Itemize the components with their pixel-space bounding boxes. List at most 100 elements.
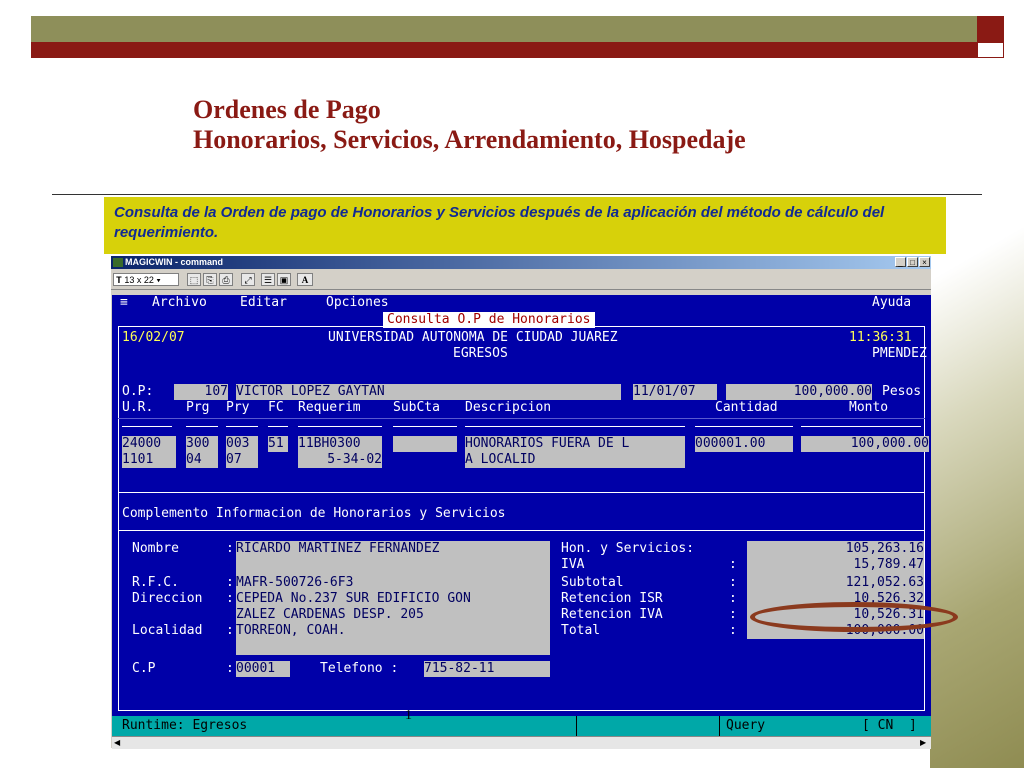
row-fc-field[interactable]: 51 <box>268 436 288 452</box>
app-icon <box>113 258 123 267</box>
slide-title: Ordenes de Pago Honorarios, Servicios, A… <box>193 95 746 155</box>
iva-value[interactable]: 15,789.47 <box>747 557 924 573</box>
colon: : <box>729 575 737 590</box>
row-prg-field-2[interactable]: 04 <box>186 452 218 468</box>
col-monto: Monto <box>849 400 889 415</box>
mark-icon[interactable]: ⬚ <box>187 273 201 286</box>
current-date: 16/02/07 <box>122 330 185 345</box>
paste-icon[interactable]: ⎙ <box>219 273 233 286</box>
scroll-left-icon[interactable]: ◀ <box>114 737 120 748</box>
background-icon[interactable]: ▣ <box>277 273 291 286</box>
magicwin-window: MAGICWIN - command _ □ × 𝐓 13 x 22 ▾ ⬚ ⎘… <box>111 256 931 749</box>
subtotal-label: Subtotal <box>561 575 624 590</box>
currency-label: Pesos <box>882 384 922 399</box>
menu-archivo[interactable]: Archivo <box>152 295 207 311</box>
colon: : <box>226 591 234 606</box>
col-prg: Prg <box>186 400 210 415</box>
col-underline <box>465 426 685 427</box>
colon: : <box>226 661 234 676</box>
colon: : <box>729 557 737 572</box>
properties-icon[interactable]: ☰ <box>261 273 275 286</box>
row-cantidad-field[interactable]: 000001.00 <box>695 436 793 452</box>
copy-icon[interactable]: ⎘ <box>203 273 217 286</box>
rfc-label: R.F.C. <box>132 575 179 590</box>
cp-field[interactable]: 00001 <box>236 661 290 677</box>
slide-corner-square <box>977 16 1004 42</box>
col-underline <box>268 426 288 427</box>
rfc-field[interactable]: MAFR-500726-6F3 <box>236 575 550 591</box>
colon: : <box>729 607 737 622</box>
direccion-field-1[interactable]: CEPEDA No.237 SUR EDIFICIO GON <box>236 591 550 607</box>
localidad-field[interactable]: TORREON, COAH. <box>236 623 550 639</box>
row-requerim-field[interactable]: 11BH0300 <box>298 436 382 452</box>
institution-name: UNIVERSIDAD AUTONOMA DE CIUDAD JUAREZ <box>328 330 618 345</box>
col-underline <box>186 426 218 427</box>
system-menu-icon[interactable]: ≡ <box>120 295 128 311</box>
col-underline <box>393 426 457 427</box>
telefono-field[interactable]: 715-82-11 <box>424 661 550 677</box>
row-pry-field-2[interactable]: 07 <box>226 452 258 468</box>
op-date-field[interactable]: 11/01/07 <box>633 384 717 400</box>
ret-isr-label: Retencion ISR <box>561 591 663 606</box>
terminal-statusbar: Runtime: Egresos Query [ CN ] <box>112 716 931 736</box>
highlight-oval <box>750 602 958 632</box>
colon: : <box>729 623 737 638</box>
colon: : <box>226 541 234 556</box>
row-descripcion-field[interactable]: HONORARIOS FUERA DE L <box>465 436 685 452</box>
slide-caption: Consulta de la Orden de pago de Honorari… <box>104 197 946 254</box>
op-number-field[interactable]: 107 <box>174 384 228 400</box>
col-pry: Pry <box>226 400 250 415</box>
slide-title-line1: Ordenes de Pago <box>193 95 381 124</box>
font-icon-button[interactable]: A <box>297 273 313 286</box>
maximize-button[interactable]: □ <box>907 257 918 267</box>
section-title: Complemento Informacion de Honorarios y … <box>122 506 506 521</box>
row-prg-field[interactable]: 300 <box>186 436 218 452</box>
close-button[interactable]: × <box>919 257 930 267</box>
colon: : <box>226 575 234 590</box>
form-title: Consulta O.P de Honorarios <box>383 312 595 328</box>
department-name: EGRESOS <box>453 346 508 361</box>
status-divider <box>719 716 720 736</box>
row-ur-field[interactable]: 24000 <box>122 436 176 452</box>
status-divider <box>576 716 577 736</box>
font-size-select[interactable]: 𝐓 13 x 22 ▾ <box>113 273 179 286</box>
menu-ayuda[interactable]: Ayuda <box>872 295 911 311</box>
row-pry-field[interactable]: 003 <box>226 436 258 452</box>
col-subcta: SubCta <box>393 400 440 415</box>
terminal-screen: ≡ Archivo Editar Opciones Ayuda Consulta… <box>112 295 931 736</box>
row-requerim-field-2[interactable]: 5-34-02 <box>298 452 382 468</box>
op-name-field[interactable]: VICTOR LOPEZ GAYTAN <box>236 384 621 400</box>
window-titlebar[interactable]: MAGICWIN - command _ □ × <box>111 256 931 269</box>
hon-label: Hon. y Servicios: <box>561 541 695 556</box>
slide-corner-square-outline <box>977 42 1004 58</box>
op-amount-field[interactable]: 100,000.00 <box>726 384 872 400</box>
minimize-button[interactable]: _ <box>895 257 906 267</box>
runtime-status: Runtime: Egresos <box>122 718 248 733</box>
section-divider <box>118 530 925 531</box>
row-monto-field[interactable]: 100,000.00 <box>801 436 929 452</box>
telefono-label: Telefono : <box>320 661 399 676</box>
fullscreen-icon[interactable]: ⤢ <box>241 273 255 286</box>
col-cantidad: Cantidad <box>715 400 778 415</box>
col-ur: U.R. <box>122 400 154 415</box>
window-title: MAGICWIN - command <box>125 257 223 267</box>
row-descripcion-field-2[interactable]: A LOCALID <box>465 452 685 468</box>
horizontal-scrollbar[interactable]: ◀ ▶ <box>112 736 931 749</box>
hon-value[interactable]: 105,263.16 <box>747 541 924 557</box>
col-underline <box>226 426 258 427</box>
nombre-field[interactable]: RICARDO MARTINEZ FERNANDEZ <box>236 541 550 557</box>
row-ur-field-2[interactable]: 1101 <box>122 452 176 468</box>
direccion-field-2[interactable]: ZALEZ CARDENAS DESP. 205 <box>236 607 550 623</box>
subtotal-value[interactable]: 121,052.63 <box>747 575 924 591</box>
menu-editar[interactable]: Editar <box>240 295 287 311</box>
nombre-label: Nombre <box>132 541 179 556</box>
slide-title-line2: Honorarios, Servicios, Arrendamiento, Ho… <box>193 125 746 154</box>
col-fc: FC <box>268 400 284 415</box>
total-label: Total <box>561 623 601 638</box>
cp-label: C.P <box>132 661 156 676</box>
scroll-right-icon[interactable]: ▶ <box>920 737 926 748</box>
iva-label: IVA <box>561 557 585 572</box>
row-subcta-field[interactable] <box>393 436 457 452</box>
menu-opciones[interactable]: Opciones <box>326 295 389 311</box>
header-divider <box>118 418 925 419</box>
